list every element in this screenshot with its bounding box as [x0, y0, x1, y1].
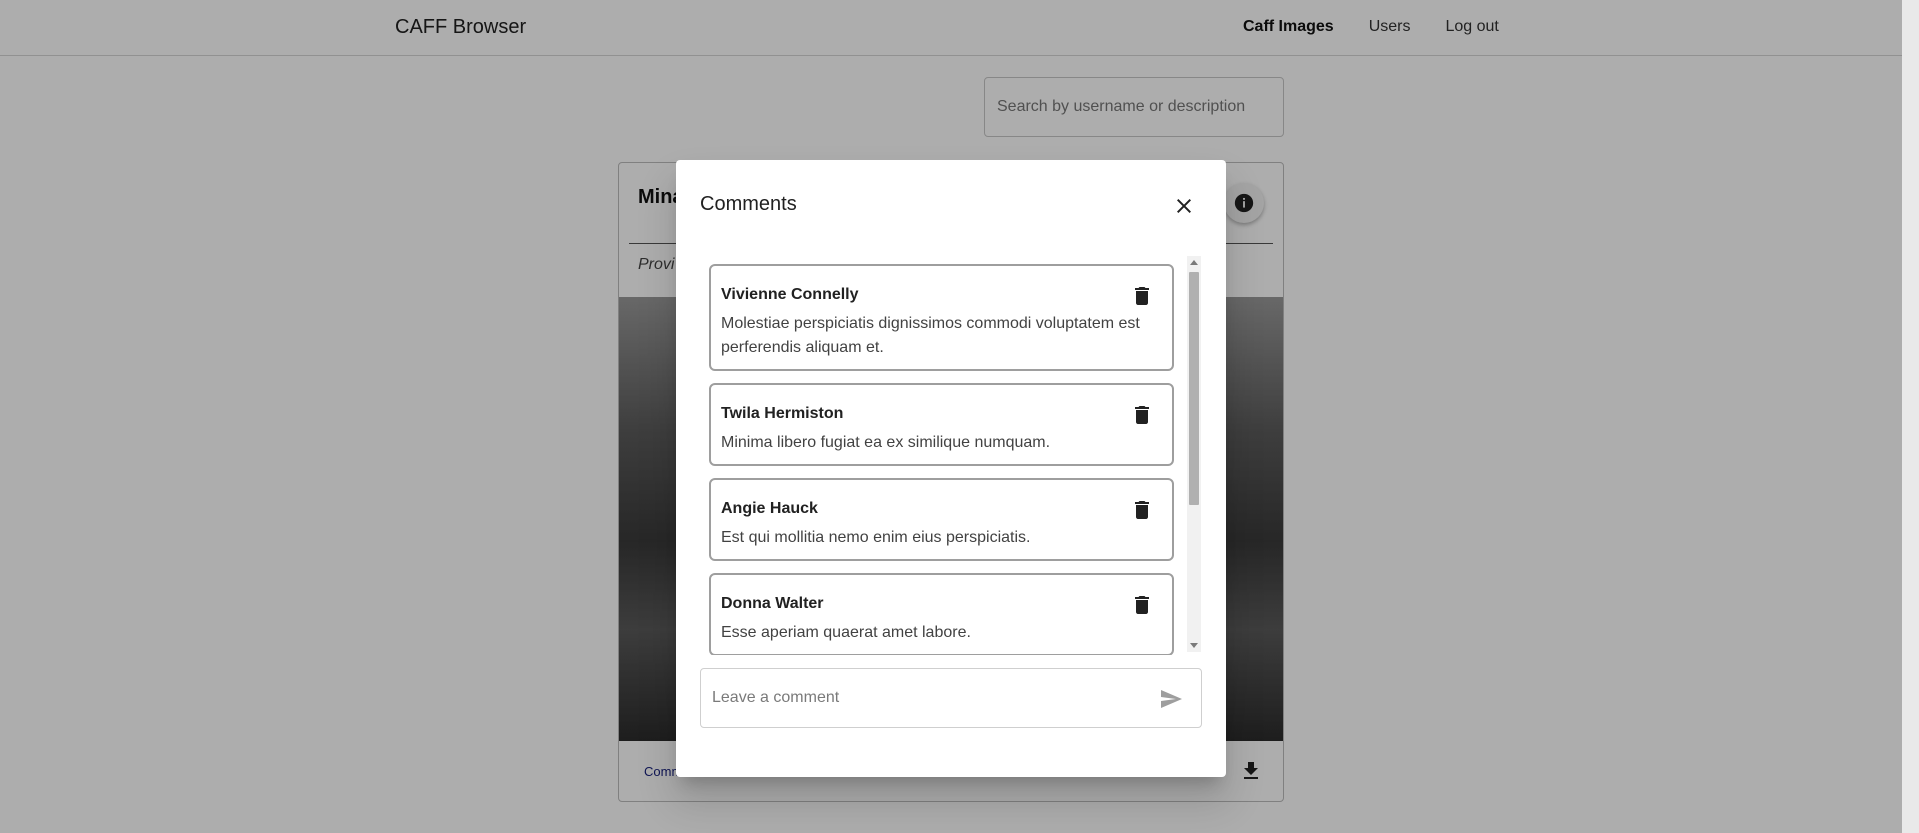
comment-item: Angie Hauck Est qui mollitia nemo enim e…: [709, 478, 1174, 561]
comment-text: Est qui mollitia nemo enim eius perspici…: [721, 529, 1031, 546]
dialog-title: Comments: [700, 193, 797, 215]
comment-list-scrollbar[interactable]: [1187, 256, 1201, 652]
comment-item: Vivienne Connelly Molestiae perspiciatis…: [709, 264, 1174, 371]
close-icon: [1177, 199, 1191, 213]
comment-list: Vivienne Connelly Molestiae perspiciatis…: [709, 264, 1189, 655]
comment-item: Twila Hermiston Minima libero fugiat ea …: [709, 383, 1174, 466]
comment-input-field[interactable]: [700, 668, 1202, 728]
comment-text: Molestiae perspiciatis dignissimos commo…: [721, 315, 1140, 356]
trash-icon[interactable]: [1130, 403, 1154, 427]
comment-author: Donna Walter: [721, 595, 824, 612]
scroll-thumb[interactable]: [1189, 272, 1199, 505]
comment-text: Minima libero fugiat ea ex similique num…: [721, 434, 1051, 451]
trash-icon[interactable]: [1130, 284, 1154, 308]
comment-author: Vivienne Connelly: [721, 286, 859, 303]
scroll-down-arrow[interactable]: [1190, 643, 1198, 648]
comment-text: Esse aperiam quaerat amet labore.: [721, 624, 971, 641]
comment-item: Donna Walter Esse aperiam quaerat amet l…: [709, 573, 1174, 655]
comments-dialog: Comments Vivienne Connelly Molestiae per…: [676, 160, 1226, 777]
trash-icon[interactable]: [1130, 498, 1154, 522]
close-button[interactable]: [1172, 194, 1196, 218]
send-icon[interactable]: [1159, 687, 1183, 711]
page-scrollbar[interactable]: [1902, 0, 1919, 833]
trash-icon[interactable]: [1130, 593, 1154, 617]
comment-author: Angie Hauck: [721, 500, 818, 517]
comment-author: Twila Hermiston: [721, 405, 844, 422]
scroll-up-arrow[interactable]: [1190, 260, 1198, 265]
comment-input[interactable]: [701, 669, 1141, 727]
